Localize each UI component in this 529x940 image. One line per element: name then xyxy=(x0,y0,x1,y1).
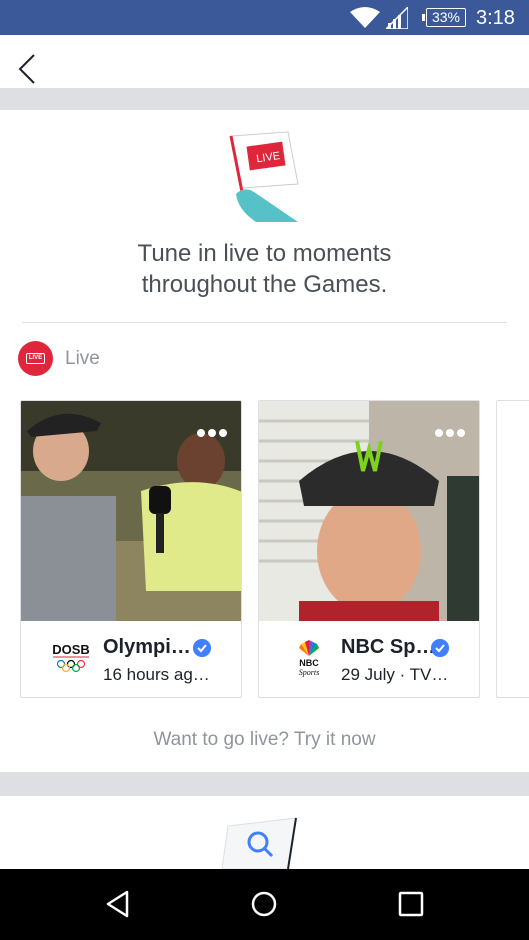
video-thumbnail xyxy=(497,401,529,621)
search-flag-icon xyxy=(221,817,297,869)
svg-text:Sports: Sports xyxy=(299,668,319,677)
live-badge-icon: LIVE xyxy=(18,341,53,376)
live-video-card[interactable]: NBC Sports NBC Sp… 29 July · TV… xyxy=(258,400,480,698)
live-video-card[interactable]: DOSB Olympi… 16 hours ag… xyxy=(20,400,242,698)
post-timestamp: 16 hours ag… xyxy=(103,665,210,684)
nbc-sports-logo: NBC Sports xyxy=(299,640,319,677)
chevron-left-icon[interactable] xyxy=(10,49,44,89)
post-timestamp: 29 July · TV… xyxy=(341,665,449,684)
wifi-icon xyxy=(350,7,380,28)
dosb-logo: DOSB xyxy=(52,642,90,673)
recent-apps-icon[interactable] xyxy=(396,889,426,919)
back-triangle-icon[interactable] xyxy=(103,889,133,919)
page-name: NBC Sp… xyxy=(341,636,436,658)
live-section-label: Live xyxy=(65,348,100,369)
dosb-logo-text: DOSB xyxy=(52,642,90,657)
clock: 3:18 xyxy=(476,7,515,29)
divider xyxy=(22,322,507,323)
status-bar: 33% 3:18 xyxy=(0,0,529,35)
more-options-icon[interactable] xyxy=(435,429,465,437)
try-go-live-link[interactable]: Want to go live? Try it now xyxy=(0,729,529,751)
card-meta: DOSB Olympi… 16 hours ag… xyxy=(21,622,241,697)
headline-line1: Tune in live to moments xyxy=(137,240,392,267)
live-video-card[interactable] xyxy=(496,400,529,698)
verified-badge-icon xyxy=(431,639,449,657)
headline-line2: throughout the Games. xyxy=(141,271,388,298)
svg-text:NBC: NBC xyxy=(299,658,319,668)
live-flag-icon: LIVE xyxy=(229,131,299,222)
battery-indicator: 33% xyxy=(422,8,466,27)
more-options-icon[interactable] xyxy=(197,429,227,437)
verified-badge-icon xyxy=(193,639,211,657)
home-circle-icon[interactable] xyxy=(249,889,279,919)
system-nav-bar xyxy=(0,869,529,940)
live-badge-text: LIVE xyxy=(26,353,45,364)
card-meta: NBC Sports NBC Sp… 29 July · TV… xyxy=(259,622,479,697)
top-bar xyxy=(0,35,529,88)
section-separator xyxy=(0,88,529,110)
page-name: Olympi… xyxy=(103,636,191,658)
section-separator xyxy=(0,772,529,796)
signal-icon xyxy=(386,7,408,29)
hero-headline: Tune in live to moments throughout the G… xyxy=(0,238,529,300)
